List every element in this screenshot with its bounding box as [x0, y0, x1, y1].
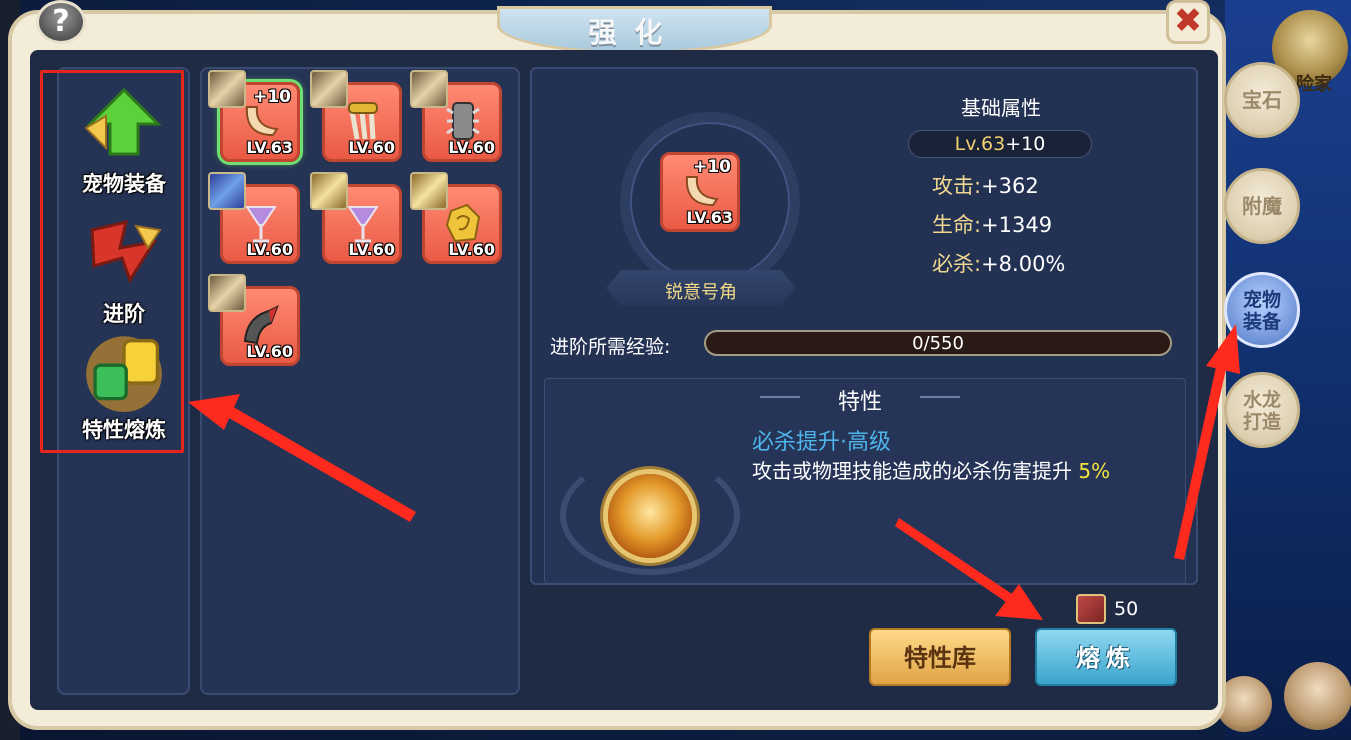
slot-plus: +10 [693, 157, 731, 177]
slot-plus: +10 [253, 87, 291, 107]
attr-attack: 攻击:+362 [932, 170, 1039, 200]
attr-key: 攻击: [932, 174, 982, 198]
category-highlight-box [40, 70, 184, 453]
attr-value: +1349 [981, 213, 1053, 237]
item-level-pill: Lv.63+10 [908, 130, 1092, 158]
pet-portrait-icon [208, 274, 246, 312]
tab-enchant[interactable]: 附魔 [1224, 168, 1300, 244]
item-name: 锐意号角 [665, 282, 737, 303]
pet-portrait-icon [410, 70, 448, 108]
crit-trait-icon [608, 474, 692, 558]
slot-level: LV.60 [348, 138, 395, 157]
trait-name: 必杀提升·高级 [752, 430, 891, 455]
bottom-right-orb-icon[interactable] [1284, 662, 1351, 730]
explorer-label: 险家 [1296, 74, 1332, 95]
slot-level: LV.60 [448, 240, 495, 259]
trait-description-text: 攻击或物理技能造成的必杀伤害提升 [752, 459, 1072, 483]
book-icon [1076, 594, 1106, 624]
attr-hp: 生命:+1349 [932, 209, 1052, 239]
tab-label: 宠物装备 [1242, 289, 1281, 333]
attr-key: 生命: [932, 213, 982, 237]
tab-label: 水龙打造 [1242, 389, 1281, 433]
exp-value: 0/550 [912, 333, 964, 354]
pet-portrait-icon [310, 172, 348, 210]
slot-level: LV.63 [246, 138, 293, 157]
slot-level: LV.63 [686, 208, 733, 227]
slot-level: LV.60 [246, 342, 293, 361]
trait-percent: 5% [1078, 459, 1111, 483]
title-tab: 强化 [497, 6, 772, 54]
attr-key: 必杀: [932, 252, 982, 276]
panel-title: 强化 [588, 16, 681, 49]
tab-gem[interactable]: 宝石 [1224, 62, 1300, 138]
attr-value: +362 [981, 174, 1039, 198]
cost-value: 50 [1114, 598, 1139, 620]
trait-title: 特性 [837, 390, 882, 415]
tab-pet-equipment[interactable]: 宠物装备 [1224, 272, 1300, 348]
selected-item-slot[interactable]: +10 LV.63 [660, 152, 740, 232]
tab-water-dragon-forge[interactable]: 水龙打造 [1224, 372, 1300, 448]
exp-label: 进阶所需经验: [550, 336, 671, 358]
attr-value: +8.00% [981, 252, 1066, 276]
trait-description: 攻击或物理技能造成的必杀伤害提升 5% [752, 458, 1172, 484]
slot-level: LV.60 [348, 240, 395, 259]
pet-portrait-icon [410, 172, 448, 210]
item-level-plus: +10 [1005, 133, 1046, 155]
pet-portrait-icon [310, 70, 348, 108]
pet-portrait-icon [208, 70, 246, 108]
attr-crit: 必杀:+8.00% [932, 248, 1065, 278]
help-button[interactable]: ? [36, 0, 86, 44]
close-button[interactable]: ✖ [1166, 0, 1210, 44]
item-level: Lv.63 [954, 133, 1006, 155]
base-attributes-title: 基础属性 [961, 96, 1041, 120]
smelt-button[interactable]: 熔炼 [1035, 628, 1177, 686]
trait-library-button[interactable]: 特性库 [869, 628, 1011, 686]
slot-level: LV.60 [448, 138, 495, 157]
slot-level: LV.60 [246, 240, 293, 259]
pet-portrait-icon [208, 172, 246, 210]
